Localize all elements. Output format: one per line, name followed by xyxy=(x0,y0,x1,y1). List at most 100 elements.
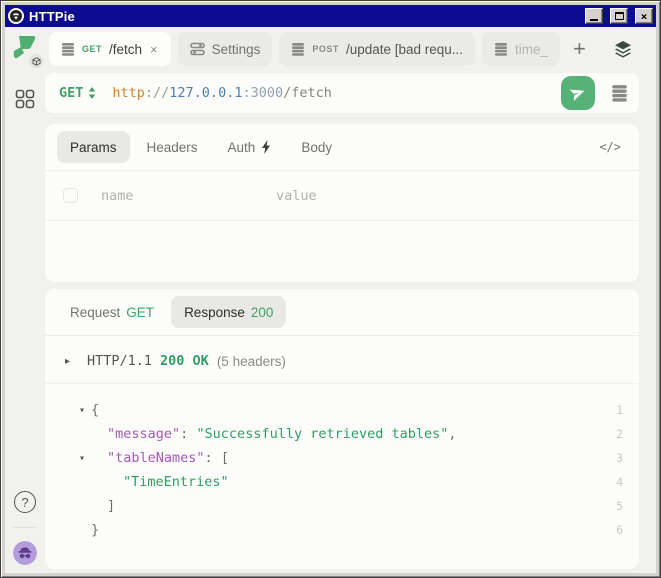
tab-headers[interactable]: Headers xyxy=(134,131,211,163)
database-icon xyxy=(61,42,75,57)
request-tab-method: GET xyxy=(126,305,154,320)
tab-label: Settings xyxy=(212,42,261,57)
request-options-tabs: Params Headers Auth Body </> xyxy=(45,124,639,170)
tab-close-icon[interactable]: × xyxy=(149,42,159,57)
database-icon xyxy=(291,42,305,57)
tab-method-badge: POST xyxy=(312,44,339,54)
tab-headers-label: Headers xyxy=(147,140,198,155)
user-avatar[interactable] xyxy=(13,541,37,565)
param-checkbox[interactable] xyxy=(63,188,78,203)
fold-caret-icon[interactable]: ▾ xyxy=(79,405,91,416)
code-line: "message": "Successfully retrieved table… xyxy=(45,422,629,446)
tab-params-label: Params xyxy=(70,140,117,155)
maximize-button[interactable] xyxy=(610,8,628,24)
fold-caret-icon[interactable]: ▾ xyxy=(79,453,91,464)
code-text: ] xyxy=(91,498,603,514)
main-area: GET /fetch × Settings xyxy=(45,27,656,573)
tab-auth-label: Auth xyxy=(228,140,256,155)
tab-auth[interactable]: Auth xyxy=(215,131,285,163)
tab-label: time_ xyxy=(515,42,548,57)
code-line: ]5 xyxy=(45,494,629,518)
response-panel: Request GET Response 200 ▸ HTTP/1.1 200 … xyxy=(45,289,639,569)
line-number: 2 xyxy=(603,427,629,441)
code-text: { xyxy=(91,402,603,418)
code-text: "message": "Successfully retrieved table… xyxy=(91,426,603,442)
window-titlebar[interactable]: HTTPie × xyxy=(5,5,656,27)
cube-icon xyxy=(32,57,41,66)
close-button[interactable]: × xyxy=(635,8,653,24)
database-icon xyxy=(494,42,508,57)
param-row xyxy=(45,171,639,221)
url-scheme: http xyxy=(112,85,145,101)
url-input[interactable]: http://127.0.0.1:3000/fetch xyxy=(112,85,553,101)
incognito-avatar-icon xyxy=(13,541,37,565)
method-label: GET xyxy=(59,85,83,101)
tab-post-update[interactable]: POST /update [bad requ... xyxy=(279,32,475,66)
sort-arrows-icon xyxy=(88,87,96,99)
window-title: HTTPie xyxy=(29,9,578,24)
status-code: 200 OK xyxy=(160,353,209,369)
response-body: ▾{1"message": "Successfully retrieved ta… xyxy=(45,384,639,569)
code-line: ▾{1 xyxy=(45,398,629,422)
param-name-input[interactable] xyxy=(101,188,276,204)
line-number: 3 xyxy=(603,451,629,465)
tab-bar: GET /fetch × Settings xyxy=(45,27,639,71)
code-line: ▾"tableNames": [3 xyxy=(45,446,629,470)
layers-icon[interactable] xyxy=(613,39,633,59)
request-response-tabs: Request GET Response 200 xyxy=(45,289,639,335)
tab-response[interactable]: Response 200 xyxy=(171,296,286,328)
url-path: /fetch xyxy=(283,85,332,101)
request-options-panel: Params Headers Auth Body </> xyxy=(45,124,639,282)
protocol-label: HTTP/1.1 xyxy=(87,353,152,369)
maximize-icon xyxy=(615,12,624,20)
tab-params[interactable]: Params xyxy=(57,131,130,163)
send-button[interactable] xyxy=(561,76,595,110)
minimize-icon xyxy=(590,19,598,21)
headers-expand-caret-icon[interactable]: ▸ xyxy=(65,356,77,367)
tab-body[interactable]: Body xyxy=(288,131,345,163)
url-port: :3000 xyxy=(242,85,283,101)
tab-label: /fetch xyxy=(109,42,142,57)
new-tab-button[interactable]: + xyxy=(567,38,592,60)
help-button[interactable]: ? xyxy=(14,491,36,513)
code-line: }6 xyxy=(45,518,629,542)
httpie-logo xyxy=(11,35,39,65)
httpie-icon-glyph xyxy=(10,10,22,22)
tab-settings[interactable]: Settings xyxy=(178,32,273,66)
settings-sliders-icon xyxy=(190,42,205,56)
tab-label: /update [bad requ... xyxy=(346,42,463,57)
line-number: 6 xyxy=(603,523,629,537)
line-number: 1 xyxy=(603,403,629,417)
headers-count: (5 headers) xyxy=(217,354,286,369)
response-tab-label: Response xyxy=(184,305,245,320)
tab-body-label: Body xyxy=(301,140,332,155)
tab-time[interactable]: time_ xyxy=(482,32,560,66)
response-tab-status: 200 xyxy=(251,305,274,320)
method-dropdown[interactable]: GET xyxy=(59,85,96,101)
code-view-icon[interactable]: </> xyxy=(599,140,627,154)
collections-database-icon[interactable] xyxy=(611,84,628,103)
code-text: } xyxy=(91,522,603,538)
apps-grid-icon[interactable] xyxy=(15,89,35,109)
left-sidebar: ? xyxy=(5,27,45,573)
code-line: "TimeEntries"4 xyxy=(45,470,629,494)
package-badge xyxy=(29,54,43,68)
httpie-window-icon xyxy=(8,8,24,24)
code-text: "TimeEntries" xyxy=(91,474,603,490)
lightning-bolt-icon xyxy=(261,140,271,154)
close-icon: × xyxy=(641,11,648,22)
url-host: 127.0.0.1 xyxy=(169,85,242,101)
request-bar: GET http://127.0.0.1:3000/fetch xyxy=(45,73,639,113)
tab-get-fetch[interactable]: GET /fetch × xyxy=(49,32,171,66)
request-card: GET http://127.0.0.1:3000/fetch xyxy=(45,73,639,113)
line-number: 5 xyxy=(603,499,629,513)
app-body: ? G xyxy=(5,27,656,573)
param-value-input[interactable] xyxy=(276,188,639,204)
status-line: ▸ HTTP/1.1 200 OK (5 headers) xyxy=(45,336,639,383)
code-text: "tableNames": [ xyxy=(91,450,603,466)
sidebar-divider xyxy=(13,527,37,528)
line-number: 4 xyxy=(603,475,629,489)
minimize-button[interactable] xyxy=(585,8,603,24)
request-tab-label: Request xyxy=(70,305,120,320)
tab-request[interactable]: Request GET xyxy=(57,296,167,328)
